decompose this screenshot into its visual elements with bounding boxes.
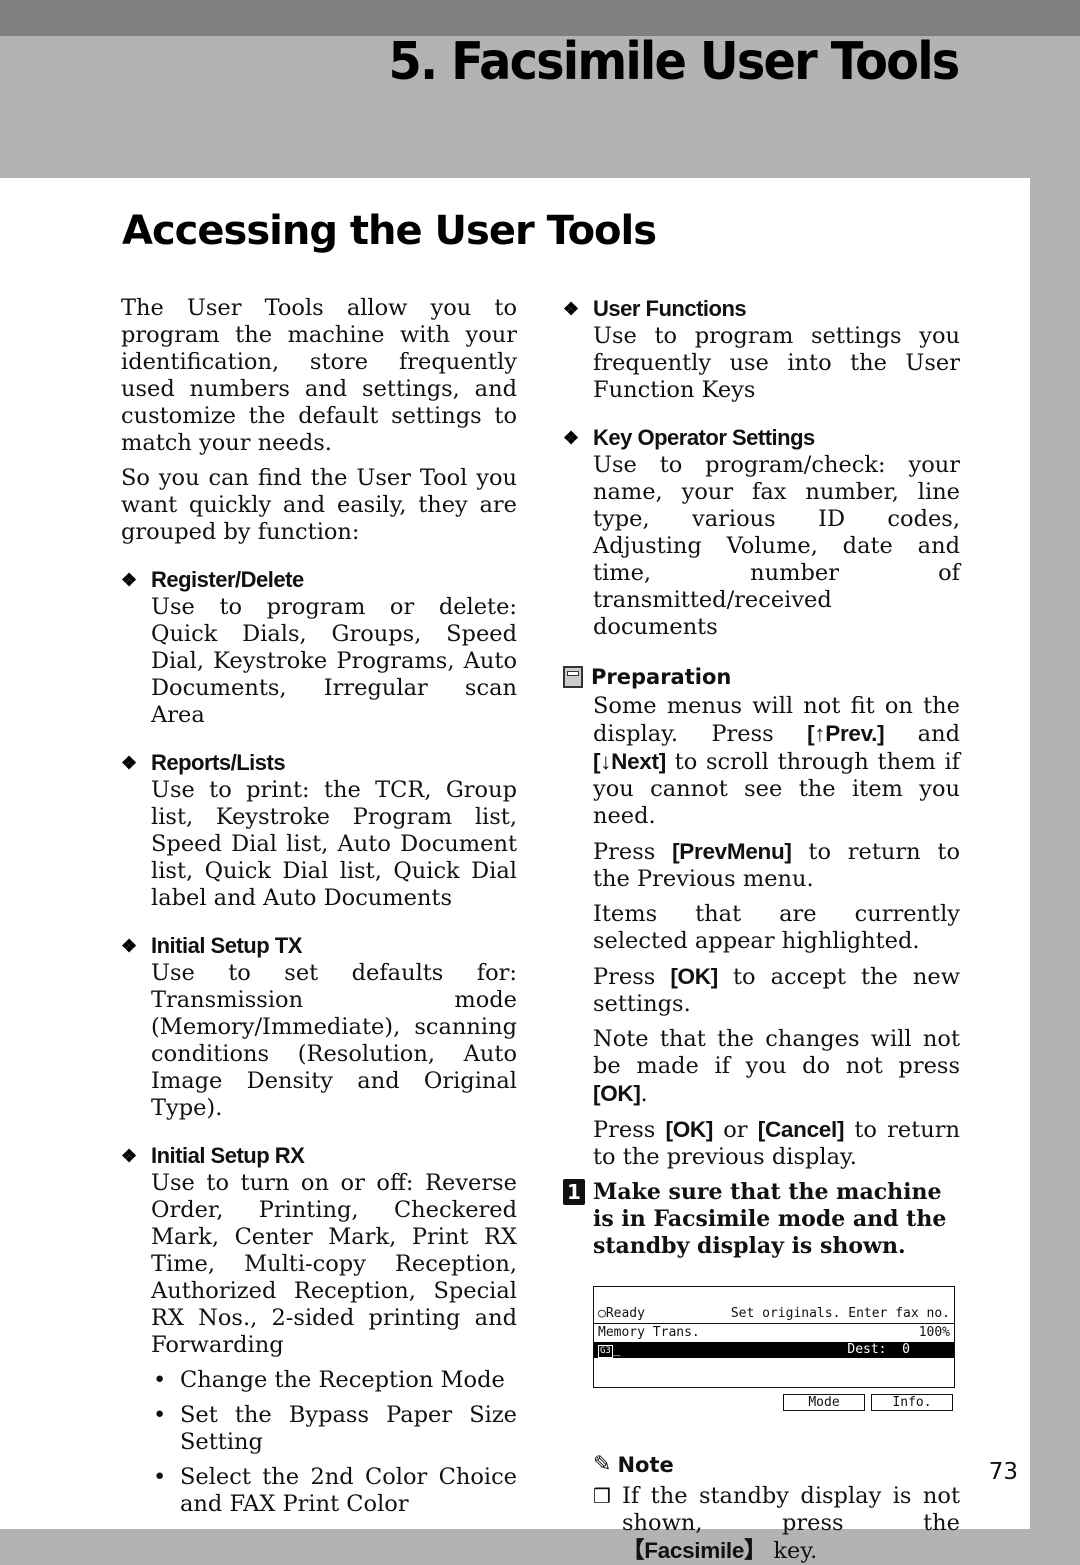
- item-body: Use to print: the TCR, Group list, Keyst…: [151, 777, 517, 911]
- prev-key-label: [↑Prev.]: [807, 721, 885, 746]
- note-box: ✎ Note ❒ If the standby display is not sh…: [593, 1451, 960, 1565]
- section-title: Accessing the User Tools: [122, 208, 657, 254]
- step-number-badge: 1: [563, 1179, 585, 1205]
- lcd-cursor: _: [612, 1342, 621, 1357]
- preparation-paragraph: Some menus will not fit on the display. …: [593, 693, 960, 829]
- ok-key-label: [OK]: [670, 964, 718, 989]
- lcd-input-row: G3 _ Dest: 0: [594, 1342, 954, 1358]
- next-key-label: [↓Next]: [593, 749, 666, 774]
- mode-softkey[interactable]: Mode: [783, 1394, 865, 1411]
- preparation-book-icon: [563, 666, 583, 688]
- bullet-icon: •: [153, 1367, 167, 1393]
- facsimile-key-label: 【Facsimile】: [622, 1538, 767, 1563]
- diamond-bullet-icon: ❖: [121, 1146, 137, 1166]
- list-item: • Change the Reception Mode: [153, 1367, 505, 1393]
- preparation-box: Preparation Some menus will not fit on t…: [563, 663, 960, 1171]
- item-body: Use to program or delete: Quick Dials, G…: [151, 594, 517, 728]
- lcd-message: Set originals. Enter fax no.: [730, 1306, 950, 1321]
- rx-bullet-list: • Change the Reception Mode • Set the Bypa…: [151, 1367, 517, 1518]
- info-softkey[interactable]: Info.: [871, 1394, 953, 1411]
- preparation-paragraph: Press [OK] to accept the new settings.: [593, 964, 960, 1017]
- preparation-paragraph: Items that are currently selected appear…: [593, 901, 960, 954]
- note-item: ❒ If the standby display is not shown, p…: [593, 1483, 960, 1564]
- lcd-status-row: ○Ready Set originals. Enter fax no.: [594, 1305, 954, 1324]
- note-title: Note: [617, 1453, 674, 1477]
- item-title: Initial Setup TX: [151, 933, 302, 958]
- cancel-key-label: [Cancel]: [757, 1117, 845, 1142]
- top-bar: [0, 0, 1080, 36]
- function-item-initial-setup-rx: ❖ Initial Setup RX Use to turn on or off:…: [121, 1142, 517, 1518]
- diamond-bullet-icon: ❖: [121, 753, 137, 773]
- step-text: Make sure that the machine is in Facsimi…: [593, 1179, 947, 1259]
- diamond-bullet-icon: ❖: [563, 299, 579, 319]
- prevmenu-key-label: [PrevMenu]: [672, 839, 792, 864]
- chapter-title: 5. Facsimile User Tools: [388, 32, 960, 92]
- lcd-mode: Memory Trans.: [598, 1325, 700, 1340]
- pencil-icon: ✎: [593, 1452, 612, 1477]
- item-body: Use to turn on or off: Reverse Order, Pr…: [151, 1170, 517, 1358]
- diamond-bullet-icon: ❖: [121, 936, 137, 956]
- lcd-mode-row: Memory Trans. 100%: [594, 1324, 954, 1342]
- item-title: Initial Setup RX: [151, 1143, 305, 1168]
- diamond-bullet-icon: ❖: [121, 570, 137, 590]
- ok-key-label: [OK]: [593, 1081, 641, 1106]
- step-1: 1 Make sure that the machine is in Facsi…: [563, 1179, 960, 1260]
- lcd-dest: Dest: 0: [847, 1342, 910, 1357]
- function-item-key-operator-settings: ❖ Key Operator Settings Use to program/ch…: [563, 424, 960, 641]
- lcd-status: ○Ready: [598, 1306, 645, 1321]
- item-body: Use to program/check: your name, your fa…: [593, 452, 960, 640]
- preparation-paragraph: Note that the changes will not be made i…: [593, 1026, 960, 1107]
- function-item-user-functions: ❖ User Functions Use to program settings …: [563, 295, 960, 404]
- function-item-register-delete: ❖ Register/Delete Use to program or delet…: [121, 566, 517, 729]
- list-item: • Set the Bypass Paper Size Setting: [153, 1402, 517, 1455]
- preparation-paragraph: Press [PrevMenu] to return to the Previo…: [593, 839, 960, 892]
- preparation-title: Preparation: [591, 665, 732, 689]
- g3-line-icon: G3: [598, 1345, 613, 1358]
- item-title: Reports/Lists: [151, 750, 286, 775]
- right-column: ❖ User Functions Use to program settings …: [563, 295, 960, 1565]
- item-title: User Functions: [593, 296, 747, 321]
- function-item-initial-setup-tx: ❖ Initial Setup TX Use to set defaults fo…: [121, 932, 517, 1122]
- item-body: Use to set defaults for: Transmission mo…: [151, 960, 517, 1121]
- bullet-icon: •: [153, 1402, 167, 1428]
- intro-paragraph: The User Tools allow you to program the …: [121, 295, 517, 456]
- intro-paragraph: So you can find the User Tool you want q…: [121, 465, 517, 545]
- item-title: Key Operator Settings: [593, 425, 815, 450]
- item-body: Use to program settings you frequently u…: [593, 323, 960, 403]
- function-item-reports-lists: ❖ Reports/Lists Use to print: the TCR, Gr…: [121, 749, 517, 912]
- page: Accessing the User Tools The User Tools …: [0, 178, 1030, 1564]
- lcd-softkeys: Mode Info.: [593, 1394, 953, 1411]
- bullet-icon: •: [153, 1464, 167, 1490]
- page-number: 73: [988, 1459, 1018, 1485]
- preparation-paragraph: Press [OK] or [Cancel] to return to the …: [593, 1117, 960, 1170]
- lcd-scale: 100%: [918, 1325, 950, 1340]
- diamond-bullet-icon: ❖: [563, 428, 579, 448]
- item-title: Register/Delete: [151, 567, 304, 592]
- lcd-display: ○Ready Set originals. Enter fax no. Memor…: [593, 1286, 955, 1388]
- checkbox-icon: ❒: [593, 1484, 611, 1508]
- list-item: • Select the 2nd Color Choice and FAX Pri…: [153, 1464, 517, 1517]
- ok-key-label: [OK]: [665, 1117, 714, 1142]
- left-column: The User Tools allow you to program the …: [121, 295, 517, 1526]
